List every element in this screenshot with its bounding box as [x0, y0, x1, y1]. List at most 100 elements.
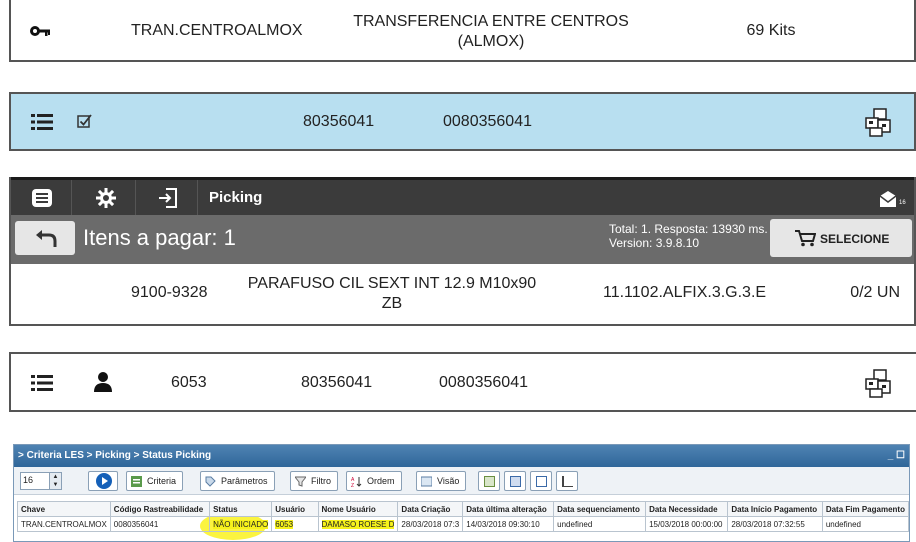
topbar-divider [135, 180, 136, 215]
column-header[interactable]: Data sequenciamento [553, 501, 647, 517]
menu-icon[interactable] [31, 187, 53, 209]
topbar-divider [71, 180, 72, 215]
criteria-button[interactable]: Criteria [126, 471, 184, 491]
table-header-row: Chave Código Rastreabilidade Status Usuá… [17, 501, 910, 517]
column-header[interactable]: Código Rastreabilidade [109, 501, 211, 517]
script-icon [562, 476, 573, 487]
cart-icon [795, 230, 816, 247]
picking-topbar: Picking 16 [11, 177, 914, 215]
window-breadcrumb: > Criteria LES > Picking > Status Pickin… [14, 445, 909, 467]
column-header[interactable]: Data Criação [397, 501, 464, 517]
tag-icon [205, 476, 216, 487]
window-toolbar: 16 ▲ ▼ Criteria Parâmetros Filtro AZ Orde… [14, 467, 909, 495]
user-icon [94, 372, 112, 392]
item-location: 11.1102.ALFIX.3.G.3.E [603, 284, 767, 301]
save-button[interactable] [504, 471, 526, 491]
sort-az-icon: AZ [351, 477, 362, 487]
column-header[interactable]: Status [209, 501, 273, 517]
user-name-value: DAMASO ROESE D [321, 519, 395, 529]
view-label: Visão [437, 476, 460, 486]
column-header[interactable]: Nome Usuário [317, 501, 399, 517]
criteria-icon [131, 476, 142, 487]
select-button[interactable]: SELECIONE [770, 219, 912, 257]
expand-button[interactable] [530, 471, 552, 491]
table-cell: 14/03/2018 09:30:10 [462, 516, 555, 532]
version-text: Version: 3.9.8.10 [609, 236, 700, 250]
order-number: 80356041 [301, 374, 373, 391]
order-padded-number: 0080356041 [443, 113, 532, 130]
notification-icon[interactable]: 16 [878, 190, 908, 210]
item-description: PARAFUSO CIL SEXT INT 12.9 M10x90 ZB [247, 275, 537, 312]
list-icon[interactable] [31, 112, 53, 132]
boxes-icon[interactable] [862, 367, 894, 399]
column-header[interactable]: Usuário [271, 501, 319, 517]
table-cell: 28/03/2018 07:32:55 [727, 516, 823, 532]
boxes-icon[interactable] [862, 106, 894, 138]
column-header[interactable]: Data Início Pagamento [727, 501, 823, 517]
checkbox-icon[interactable] [77, 113, 93, 129]
page-size-spinner[interactable]: 16 ▲ ▼ [20, 472, 62, 490]
table-row[interactable]: TRAN.CENTROALMOX 0080356041 NÃO INICIADO… [17, 516, 910, 532]
column-header[interactable]: Chave [17, 501, 111, 517]
transfer-code: TRAN.CENTROALMOX [131, 22, 303, 39]
kits-count: 69 Kits [746, 22, 796, 39]
transfer-header-strip: TRAN.CENTROALMOX TRANSFERENCIA ENTRE CEN… [9, 0, 916, 62]
filter-label: Filtro [311, 476, 331, 486]
parameters-label: Parâmetros [221, 476, 268, 486]
gear-icon[interactable] [95, 187, 117, 209]
response-info: Total: 1. Resposta: 13930 ms. Version: 3… [609, 222, 768, 250]
user-id: 6053 [171, 374, 207, 391]
expand-icon [536, 476, 547, 487]
order-number: 80356041 [303, 113, 375, 130]
topbar-divider [197, 180, 198, 215]
login-icon[interactable] [157, 187, 179, 209]
user-name-cell: DAMASO ROESE D [317, 516, 399, 532]
page-size-value: 16 [23, 475, 34, 485]
run-button[interactable] [88, 471, 118, 491]
picking-item-row[interactable]: 9100-9328 PARAFUSO CIL SEXT INT 12.9 M10… [11, 264, 914, 324]
picking-subbar: Itens a pagar: 1 Total: 1. Resposta: 139… [11, 215, 914, 264]
window-controls[interactable]: _ ☐ [888, 450, 905, 461]
key-icon [30, 26, 50, 36]
user-order-strip[interactable]: 6053 80356041 0080356041 [9, 352, 916, 412]
table-cell: TRAN.CENTROALMOX [17, 516, 111, 532]
view-button[interactable]: Visão [416, 471, 467, 491]
table-cell: 0080356041 [109, 516, 211, 532]
picking-panel: Picking 16 Itens a pagar: 1 Total: 1. Re… [9, 177, 916, 326]
status-cell: NÃO INICIADO [209, 516, 273, 532]
status-picking-window: > Criteria LES > Picking > Status Pickin… [13, 444, 910, 542]
table-cell: 15/03/2018 00:00:00 [645, 516, 729, 532]
column-header[interactable]: Data Necessidade [645, 501, 729, 517]
table-cell: undefined [821, 516, 910, 532]
status-value: NÃO INICIADO [213, 519, 269, 529]
save-icon [510, 476, 521, 487]
play-icon [96, 473, 112, 489]
column-header[interactable]: Data Fim Pagamento [821, 501, 910, 517]
items-to-pay-label: Itens a pagar: 1 [83, 225, 236, 250]
item-code: 9100-9328 [131, 284, 208, 301]
table-cell: 28/03/2018 07:3 [397, 516, 464, 532]
notification-count: 16 [899, 200, 906, 206]
parameters-button[interactable]: Parâmetros [200, 471, 275, 491]
export-button[interactable] [478, 471, 500, 491]
selected-order-strip[interactable]: 80356041 0080356041 [9, 92, 916, 151]
order-button[interactable]: AZ Ordem [346, 471, 402, 491]
item-quantity: 0/2 UN [850, 284, 900, 301]
picking-title: Picking [209, 189, 263, 206]
svg-text:Z: Z [351, 483, 354, 487]
table-cell: undefined [553, 516, 647, 532]
filter-button[interactable]: Filtro [290, 471, 338, 491]
export-icon [484, 476, 495, 487]
back-button[interactable] [15, 221, 75, 255]
total-response-text: Total: 1. Resposta: 13930 ms. [609, 222, 768, 236]
spinner-arrows-icon[interactable]: ▲ ▼ [49, 473, 61, 489]
script-button[interactable] [556, 471, 578, 491]
undo-arrow-icon [36, 230, 57, 247]
column-header[interactable]: Data última alteração [462, 501, 555, 517]
list-icon[interactable] [31, 373, 53, 393]
transfer-description: TRANSFERENCIA ENTRE CENTROS (ALMOX) [353, 13, 629, 50]
order-padded-number: 0080356041 [439, 374, 528, 391]
view-icon [421, 476, 432, 487]
user-cell: 6053 [271, 516, 319, 532]
select-label: SELECIONE [820, 232, 890, 246]
